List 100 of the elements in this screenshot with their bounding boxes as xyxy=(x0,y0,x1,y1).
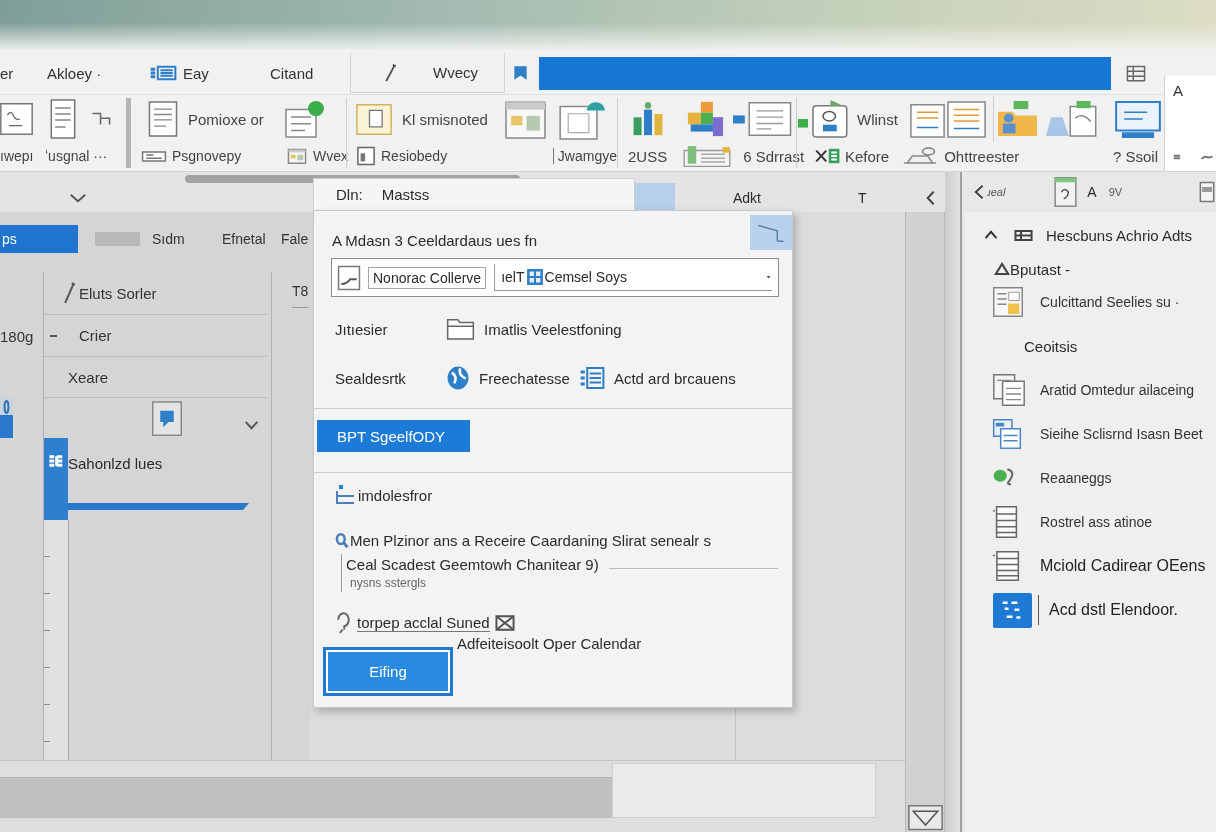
caret-up-icon[interactable] xyxy=(985,231,997,239)
calendar-card-icon xyxy=(993,287,1023,317)
grid-icon[interactable] xyxy=(1127,65,1145,81)
view-tab[interactable]: Fale xyxy=(281,225,310,253)
primary-button[interactable]: Eifing xyxy=(323,647,453,696)
envelope-icon[interactable] xyxy=(495,615,514,631)
link[interactable]: torpep acclal Suned xyxy=(357,614,490,632)
pane-item[interactable]: Rostrel ass atinoe xyxy=(965,500,1216,544)
pane-section: Bputast - xyxy=(1010,260,1071,278)
bracket-icon[interactable] xyxy=(92,112,110,126)
ribbon-button[interactable]: Resiobedy xyxy=(357,147,448,165)
tray-icon[interactable] xyxy=(903,146,938,166)
ribbon-tab[interactable]: Eay xyxy=(148,56,270,90)
window-icon xyxy=(288,148,306,164)
chevron-down-icon[interactable] xyxy=(70,193,86,202)
document-icon xyxy=(993,551,1019,581)
search-icon xyxy=(336,532,348,548)
input-field[interactable]: ıelT Cemsel Soys xyxy=(494,264,772,291)
dialog-title-label: Dln: xyxy=(336,186,363,203)
back-label[interactable]: ɹeal xyxy=(987,186,1006,198)
documents-icon[interactable] xyxy=(908,100,987,138)
entry-title[interactable]: Crier xyxy=(79,327,112,344)
column-label: T8 xyxy=(292,283,309,308)
entry-title[interactable]: Eluts Sorler xyxy=(79,284,157,302)
pen-icon xyxy=(385,63,397,82)
chevron-left-icon[interactable] xyxy=(975,185,983,199)
document-icon xyxy=(148,101,178,137)
monitor-icon[interactable] xyxy=(1114,100,1161,138)
documents-icon xyxy=(993,419,1021,449)
chevron-left-icon[interactable] xyxy=(927,190,934,205)
caret-icon[interactable] xyxy=(765,274,772,280)
option-label[interactable]: imdolesfror xyxy=(358,486,433,504)
frame-icon[interactable] xyxy=(0,100,33,138)
panel-icon[interactable] xyxy=(1200,182,1214,202)
list-icon xyxy=(579,367,604,389)
folder-icon[interactable] xyxy=(997,101,1037,137)
text-field[interactable]: Ceal Scadest Geemtowh Chanitear 9) nysns sstergls xyxy=(341,554,778,592)
ribbon-button[interactable]: Wlinst xyxy=(798,100,898,138)
ribbon-button[interactable]: Kefore xyxy=(815,147,890,165)
ribbon-label[interactable]: Jwamgye xyxy=(557,148,617,164)
window-icon[interactable] xyxy=(505,98,546,140)
pane-item[interactable]: Culcittand Seelies su · xyxy=(965,280,1216,324)
field-label: Jıtıesier xyxy=(335,320,389,338)
ribbon-label[interactable]: ʻusgnal ··· xyxy=(45,148,108,164)
pane-header: Hescbuns Achrio Adts xyxy=(1046,226,1192,244)
scroll-track[interactable] xyxy=(905,212,945,832)
ribbon-label[interactable]: 6 Sdrrast xyxy=(743,147,805,165)
event-bar[interactable] xyxy=(44,438,68,520)
pane-item[interactable]: Sieihe Sclisrnd Isasn Beet xyxy=(965,412,1216,456)
blocks-icon[interactable] xyxy=(687,101,724,137)
document-icon[interactable] xyxy=(50,99,76,139)
list-icon xyxy=(49,455,63,467)
calendar-marker-icon[interactable] xyxy=(0,398,13,438)
section-header[interactable]: BPT SgeelfODY xyxy=(317,420,470,452)
document-icon[interactable] xyxy=(1054,177,1078,207)
pane-item[interactable]: Acd dstl Elendoor. xyxy=(965,588,1216,632)
ribbon-label[interactable]: 2USS xyxy=(628,147,668,165)
flask-icon[interactable] xyxy=(1045,101,1097,137)
ribbon-button[interactable]: Wvex xyxy=(288,148,348,164)
task-list-icon[interactable] xyxy=(285,100,325,138)
ribbon-label[interactable]: ? Ssoil xyxy=(1112,147,1158,165)
column-header: Adkt xyxy=(733,189,762,206)
ribbon-button[interactable]: Pomioxe or xyxy=(148,101,264,137)
ribbon-tab[interactable]: Akloey · xyxy=(47,56,148,90)
dialog-heading: A Mdasn 3 Ceeldardaus ues fn xyxy=(332,232,538,249)
pane-item[interactable]: Aratid Omtedur ailaceing xyxy=(965,368,1216,412)
squiggle-icon xyxy=(1201,153,1213,161)
signature-icon[interactable] xyxy=(338,265,360,290)
recipient-chip[interactable]: Nonorac Collerve xyxy=(368,266,487,289)
dropdown-icon[interactable] xyxy=(907,805,943,830)
ribbon-tab[interactable]: Citand xyxy=(270,56,350,90)
building-icon[interactable] xyxy=(683,145,732,167)
ribbon-label[interactable]: ıwepı xyxy=(0,148,34,164)
view-tab[interactable]: Sıdm xyxy=(152,225,222,253)
expand-tile-icon[interactable] xyxy=(750,215,792,250)
ribbon-label[interactable]: Ohttreester xyxy=(944,147,1020,165)
size-label[interactable]: 9V xyxy=(1108,186,1123,198)
dash-icon xyxy=(50,334,57,337)
view-tab[interactable]: ps xyxy=(0,225,78,253)
ribbon-button[interactable]: Kl smisnoted xyxy=(356,102,488,136)
pen-icon xyxy=(64,282,76,304)
pane-item[interactable]: Mciold Cadirear OEens xyxy=(965,544,1216,588)
calendar-tile-icon xyxy=(993,592,1032,628)
entry-title[interactable]: Xeare xyxy=(68,368,109,386)
bookmark-icon[interactable] xyxy=(514,66,527,80)
chat-icon[interactable] xyxy=(152,400,182,436)
chart-icon[interactable] xyxy=(632,102,664,136)
chevron-down-icon[interactable] xyxy=(245,421,258,429)
document-icon xyxy=(993,506,1017,538)
view-tab[interactable]: Efnetal xyxy=(222,225,281,253)
document-icon[interactable] xyxy=(733,101,792,137)
pane-item[interactable]: Reaaneggs xyxy=(965,456,1216,500)
font-label[interactable]: A xyxy=(1087,184,1097,200)
ribbon-button[interactable]: Psgnovepy xyxy=(142,148,242,164)
event-title[interactable]: Sahonlzd lues xyxy=(68,455,163,472)
note-icon xyxy=(356,102,392,136)
recipient-field[interactable]: Nonorac Collerve ıelT Cemsel Soys xyxy=(331,258,779,297)
ribbon-tab[interactable]: Wvecy xyxy=(350,53,505,93)
field-value: ıelT xyxy=(501,269,525,285)
ribbon-tab[interactable]: er xyxy=(0,56,47,90)
